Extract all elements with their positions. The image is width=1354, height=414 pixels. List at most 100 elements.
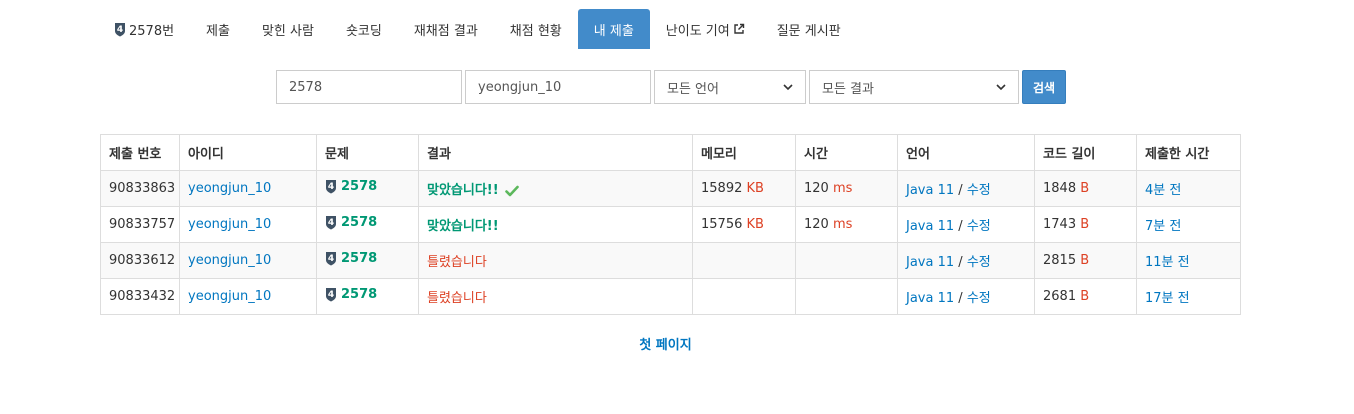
- code-length-value: 2681: [1043, 289, 1077, 304]
- tier-badge-icon: 4: [325, 251, 337, 266]
- edit-link[interactable]: 수정: [967, 219, 991, 234]
- submitted-time-link[interactable]: 4분 전: [1145, 183, 1181, 198]
- separator: /: [958, 255, 963, 270]
- check-icon: [504, 185, 519, 197]
- submitted-time-cell: 7분 전: [1136, 206, 1241, 243]
- tab-submit[interactable]: 제출: [190, 9, 246, 49]
- edit-link[interactable]: 수정: [967, 183, 991, 198]
- problem-link[interactable]: 4 2578: [325, 179, 377, 194]
- time-cell: [795, 242, 898, 279]
- user-link[interactable]: yeongjun_10: [188, 217, 271, 232]
- problem-id-input[interactable]: 2578: [276, 70, 462, 104]
- problem-cell: 4 2578: [316, 278, 419, 315]
- problem-link[interactable]: 4 2578: [325, 215, 377, 230]
- memory-unit: KB: [746, 181, 764, 196]
- language-cell: Java 11 / 수정: [897, 170, 1035, 207]
- code-length-value: 1743: [1043, 217, 1077, 232]
- result-text[interactable]: 틀렸습니다: [427, 291, 487, 306]
- chevron-down-icon: [783, 83, 793, 91]
- user-cell: yeongjun_10: [179, 242, 317, 279]
- user-link[interactable]: yeongjun_10: [188, 181, 271, 196]
- language-link[interactable]: Java 11: [906, 255, 954, 270]
- tab-solved-users[interactable]: 맞힌 사람: [246, 9, 330, 49]
- language-cell: Java 11 / 수정: [897, 278, 1035, 315]
- edit-link[interactable]: 수정: [967, 291, 991, 306]
- time-cell: [795, 278, 898, 315]
- tab-problem-label: 2578번: [129, 23, 175, 39]
- submitted-time-link[interactable]: 17분 전: [1145, 291, 1190, 306]
- search-button[interactable]: 검색: [1022, 70, 1066, 104]
- user-id-value: yeongjun_10: [478, 79, 562, 95]
- problem-number: 2578: [341, 287, 378, 302]
- result-text[interactable]: 맞았습니다!!: [427, 183, 499, 198]
- tab-rejudge-results-label: 재채점 결과: [413, 23, 478, 39]
- result-cell: 맞았습니다!!: [418, 206, 693, 243]
- tab-short-coding[interactable]: 숏코딩: [330, 9, 398, 49]
- tab-question-board[interactable]: 질문 게시판: [761, 9, 857, 49]
- status-table: 제출 번호 아이디 문제 결과 메모리 시간 언어 코드 길이 제출한 시간 9…: [100, 134, 1241, 315]
- code-length-value: 1848: [1043, 181, 1077, 196]
- language-link[interactable]: Java 11: [906, 183, 954, 198]
- user-link[interactable]: yeongjun_10: [188, 289, 271, 304]
- submission-id: 90833612: [100, 242, 180, 279]
- submitted-time-cell: 4분 전: [1136, 170, 1241, 207]
- tier-badge-icon: 4: [325, 287, 337, 302]
- tab-difficulty-contribution[interactable]: 난이도 기여: [650, 9, 761, 49]
- separator: /: [958, 183, 963, 198]
- tab-solved-users-label: 맞힌 사람: [261, 23, 314, 39]
- user-cell: yeongjun_10: [179, 206, 317, 243]
- svg-text:4: 4: [328, 218, 334, 228]
- tab-judge-status[interactable]: 채점 현황: [494, 9, 578, 49]
- column-header-memory: 메모리: [692, 134, 796, 171]
- separator: /: [958, 291, 963, 306]
- tab-problem[interactable]: 4 2578번: [101, 9, 190, 49]
- problem-link[interactable]: 4 2578: [325, 251, 377, 266]
- table-row: 90833612 yeongjun_10 4 2578 틀렸습니다 Java 11 / 수…: [100, 242, 1241, 279]
- user-link[interactable]: yeongjun_10: [188, 253, 271, 268]
- submitted-time-link[interactable]: 7분 전: [1145, 219, 1181, 234]
- time-value: 120: [804, 181, 829, 196]
- result-text[interactable]: 틀렸습니다: [427, 255, 487, 270]
- problem-number: 2578: [341, 179, 378, 194]
- user-id-input[interactable]: yeongjun_10: [465, 70, 651, 104]
- status-page: 4 2578번 제출 맞힌 사람 숏코딩 재채점 결과 채점 현황 내 제출 난…: [0, 0, 1354, 414]
- tab-short-coding-label: 숏코딩: [345, 23, 382, 39]
- result-select-value: 모든 결과: [822, 81, 874, 97]
- table-header-row: 제출 번호 아이디 문제 결과 메모리 시간 언어 코드 길이 제출한 시간: [100, 134, 1241, 171]
- result-select[interactable]: 모든 결과: [809, 70, 1019, 104]
- language-cell: Java 11 / 수정: [897, 206, 1035, 243]
- table-row: 90833432 yeongjun_10 4 2578 틀렸습니다 Java 11 / 수…: [100, 278, 1241, 315]
- edit-link[interactable]: 수정: [967, 255, 991, 270]
- memory-cell: 15892 KB: [692, 170, 796, 207]
- submission-id: 90833863: [100, 170, 180, 207]
- svg-text:4: 4: [117, 25, 123, 35]
- tab-rejudge-results[interactable]: 재채점 결과: [398, 9, 494, 49]
- memory-cell: [692, 242, 796, 279]
- problem-id-value: 2578: [289, 79, 323, 95]
- result-cell: 틀렸습니다: [418, 242, 693, 279]
- tier-badge-icon: 4: [114, 22, 126, 37]
- tier-badge-icon: 4: [325, 215, 337, 230]
- memory-value: 15756: [701, 217, 743, 232]
- submission-id: 90833432: [100, 278, 180, 315]
- first-page-link[interactable]: 첫 페이지: [639, 338, 691, 353]
- user-cell: yeongjun_10: [179, 278, 317, 315]
- time-unit: ms: [832, 217, 853, 232]
- problem-number: 2578: [341, 251, 378, 266]
- time-cell: 120 ms: [795, 170, 898, 207]
- submitted-time-link[interactable]: 11분 전: [1145, 255, 1190, 270]
- code-length-cell: 1848 B: [1034, 170, 1137, 207]
- result-text[interactable]: 맞았습니다!!: [427, 219, 499, 234]
- language-select[interactable]: 모든 언어: [654, 70, 806, 104]
- tab-my-submissions[interactable]: 내 제출: [577, 9, 650, 49]
- tab-my-submissions-label: 내 제출: [593, 23, 634, 39]
- problem-link[interactable]: 4 2578: [325, 287, 377, 302]
- column-header-code-length: 코드 길이: [1034, 134, 1137, 171]
- submission-id: 90833757: [100, 206, 180, 243]
- language-link[interactable]: Java 11: [906, 219, 954, 234]
- language-link[interactable]: Java 11: [906, 291, 954, 306]
- svg-text:4: 4: [328, 254, 334, 264]
- code-length-unit: B: [1080, 253, 1090, 268]
- column-header-result: 결과: [418, 134, 693, 171]
- code-length-unit: B: [1080, 289, 1090, 304]
